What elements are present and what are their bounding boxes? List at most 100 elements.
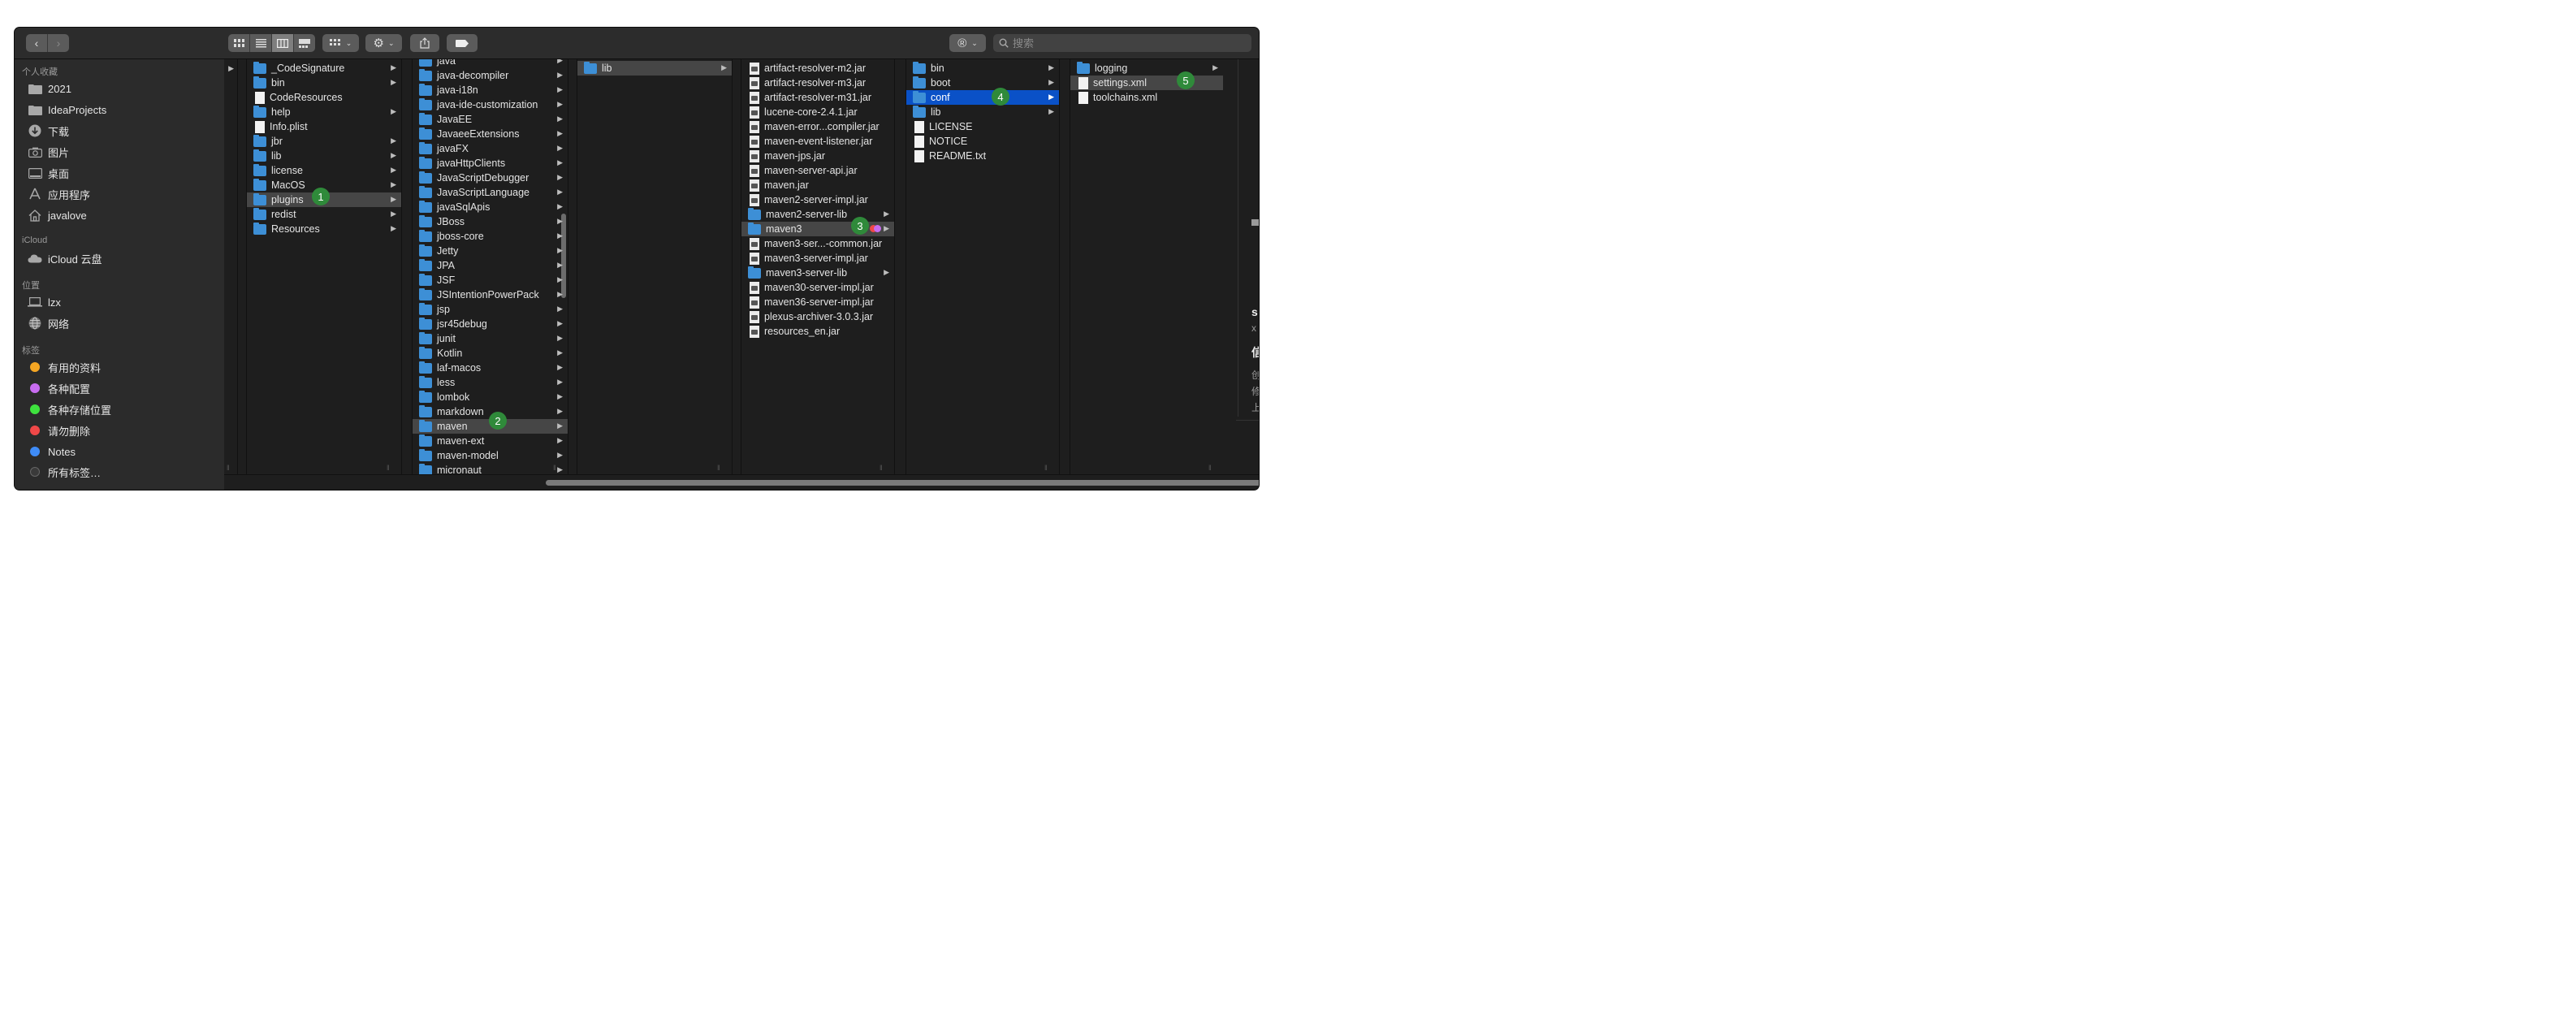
horizontal-scroll-thumb[interactable]	[546, 480, 1259, 486]
column-resize-handle[interactable]: ‖	[1208, 464, 1212, 472]
file-row[interactable]: lib ▶	[247, 149, 401, 163]
file-row[interactable]: maven3-ser...-common.jar	[741, 236, 894, 251]
file-row[interactable]: maven30-server-impl.jar	[741, 280, 894, 295]
file-row[interactable]: Kotlin ▶	[413, 346, 568, 361]
sidebar-item-downloads[interactable]: 下载	[28, 122, 223, 140]
column-resize-handle[interactable]: ‖	[717, 464, 720, 472]
file-row[interactable]: lombok ▶	[413, 390, 568, 404]
file-row[interactable]: maven3-server-impl.jar	[741, 251, 894, 266]
sidebar-tag-notes[interactable]: Notes	[28, 443, 223, 460]
list-view-button[interactable]	[250, 34, 272, 52]
file-row[interactable]: javaHttpClients ▶	[413, 156, 568, 171]
file-row[interactable]: JavaEE ▶	[413, 112, 568, 127]
file-row[interactable]: maven-server-api.jar	[741, 163, 894, 178]
file-row[interactable]: JavaScriptLanguage ▶	[413, 185, 568, 200]
registered-button[interactable]: ® ⌄	[949, 34, 986, 52]
file-row[interactable]: maven-event-listener.jar	[741, 134, 894, 149]
file-row[interactable]: Jetty ▶	[413, 244, 568, 258]
file-row[interactable]: maven.jar	[741, 178, 894, 192]
column-view-button[interactable]	[272, 34, 294, 52]
sidebar-tag-all[interactable]: 所有标签…	[28, 463, 223, 481]
file-row[interactable]: LICENSE	[906, 119, 1059, 134]
back-button[interactable]: ‹	[26, 34, 48, 52]
file-row[interactable]: conf ▶	[906, 90, 1059, 105]
column-resize-handle[interactable]: ‖	[880, 464, 883, 472]
file-row[interactable]: maven-model ▶	[413, 448, 568, 463]
file-row[interactable]: maven3-server-lib ▶	[741, 266, 894, 280]
sidebar-item-desktop[interactable]: 桌面	[28, 164, 223, 182]
file-row[interactable]: micronaut ▶	[413, 463, 568, 475]
gallery-view-button[interactable]	[294, 34, 315, 52]
file-row[interactable]: java-decompiler ▶	[413, 68, 568, 83]
file-row[interactable]: maven-error...compiler.jar	[741, 119, 894, 134]
forward-button[interactable]: ›	[48, 34, 69, 52]
sidebar-item-lzx[interactable]: lzx	[28, 293, 223, 311]
file-row[interactable]: Info.plist	[247, 119, 401, 134]
search-field[interactable]	[993, 34, 1251, 52]
sidebar-tag-useful[interactable]: 有用的资料	[28, 358, 223, 376]
sidebar-item-pictures[interactable]: 图片	[28, 143, 223, 161]
file-row[interactable]: JPA ▶	[413, 258, 568, 273]
file-row[interactable]: bin ▶	[906, 61, 1059, 76]
file-row[interactable]: JSIntentionPowerPack ▶	[413, 287, 568, 302]
file-row[interactable]: maven-ext ▶	[413, 434, 568, 448]
file-row[interactable]: bin ▶	[247, 76, 401, 90]
column-resize-handle[interactable]: ‖	[227, 464, 230, 472]
sidebar-item-network[interactable]: 网络	[28, 314, 223, 332]
file-row[interactable]: lucene-core-2.4.1.jar	[741, 105, 894, 119]
file-row[interactable]: artifact-resolver-m31.jar	[741, 90, 894, 105]
file-row[interactable]: java ▶	[413, 59, 568, 68]
file-row[interactable]: lib ▶	[577, 61, 732, 76]
icon-view-button[interactable]	[228, 34, 250, 52]
file-row[interactable]: laf-macos ▶	[413, 361, 568, 375]
column-0-row[interactable]: ▶	[224, 62, 237, 76]
file-row[interactable]: JavaScriptDebugger ▶	[413, 171, 568, 185]
sidebar-tag-storage[interactable]: 各种存储位置	[28, 400, 223, 418]
file-row[interactable]: plexus-archiver-3.0.3.jar	[741, 309, 894, 324]
file-row[interactable]: NOTICE	[906, 134, 1059, 149]
file-row[interactable]: CodeResources	[247, 90, 401, 105]
file-row[interactable]: redist ▶	[247, 207, 401, 222]
file-row[interactable]: maven3 ▶	[741, 222, 894, 236]
file-row[interactable]: junit ▶	[413, 331, 568, 346]
file-row[interactable]: lib ▶	[906, 105, 1059, 119]
file-row[interactable]: maven-jps.jar	[741, 149, 894, 163]
file-row[interactable]: help ▶	[247, 105, 401, 119]
file-row[interactable]: maven36-server-impl.jar	[741, 295, 894, 309]
column-resize-handle[interactable]: ‖	[1044, 464, 1048, 472]
sidebar-item-home[interactable]: javalove	[28, 206, 223, 224]
file-row[interactable]: artifact-resolver-m2.jar	[741, 61, 894, 76]
file-row[interactable]: maven2-server-impl.jar	[741, 192, 894, 207]
file-row[interactable]: JavaeeExtensions ▶	[413, 127, 568, 141]
file-row[interactable]: jboss-core ▶	[413, 229, 568, 244]
file-row[interactable]: boot ▶	[906, 76, 1059, 90]
file-row[interactable]: Resources ▶	[247, 222, 401, 236]
file-row[interactable]: _CodeSignature ▶	[247, 61, 401, 76]
file-row[interactable]: resources_en.jar	[741, 324, 894, 339]
search-input[interactable]	[1013, 37, 1240, 50]
file-row[interactable]: artifact-resolver-m3.jar	[741, 76, 894, 90]
sidebar-item-applications[interactable]: 应用程序	[28, 185, 223, 203]
column-resize-handle[interactable]: ‖	[387, 464, 390, 472]
file-row[interactable]: javaFX ▶	[413, 141, 568, 156]
file-row[interactable]: logging ▶	[1070, 61, 1223, 76]
file-row[interactable]: less ▶	[413, 375, 568, 390]
file-row[interactable]: java-i18n ▶	[413, 83, 568, 97]
file-row[interactable]: toolchains.xml	[1070, 90, 1223, 105]
sidebar-tag-do-not-delete[interactable]: 请勿删除	[28, 421, 223, 439]
file-row[interactable]: jsp ▶	[413, 302, 568, 317]
tag-button[interactable]	[447, 34, 478, 52]
file-row[interactable]: java-ide-customization ▶	[413, 97, 568, 112]
action-button[interactable]: ⚙ ⌄	[365, 34, 402, 52]
file-row[interactable]: license ▶	[247, 163, 401, 178]
file-row[interactable]: settings.xml	[1070, 76, 1223, 90]
sidebar-item-ideaprojects[interactable]: IdeaProjects	[28, 101, 223, 119]
file-row[interactable]: jbr ▶	[247, 134, 401, 149]
file-row[interactable]: jsr45debug ▶	[413, 317, 568, 331]
file-row[interactable]: maven2-server-lib ▶	[741, 207, 894, 222]
file-row[interactable]: JBoss ▶	[413, 214, 568, 229]
sidebar-tag-configs[interactable]: 各种配置	[28, 379, 223, 397]
file-row[interactable]: JSF ▶	[413, 273, 568, 287]
sidebar-item-icloud-drive[interactable]: iCloud 云盘	[28, 249, 223, 267]
group-by-button[interactable]: ⌄	[322, 34, 359, 52]
